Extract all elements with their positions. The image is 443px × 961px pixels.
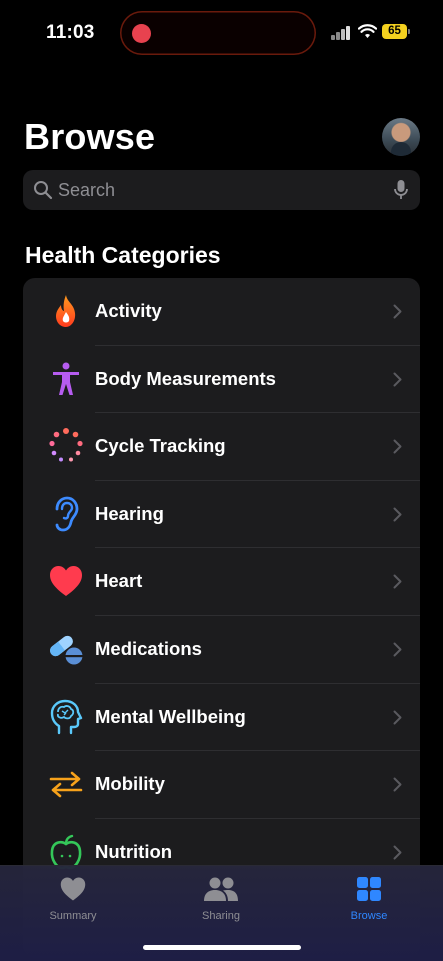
arrows-icon (49, 771, 83, 798)
category-row-hearing[interactable]: Hearing (23, 481, 420, 549)
category-label: Mental Wellbeing (95, 705, 246, 727)
tab-summary[interactable]: Summary (18, 876, 128, 922)
heart-icon (60, 877, 86, 901)
category-row-body-measurements[interactable]: Body Measurements (23, 346, 420, 414)
recording-indicator-icon (132, 24, 151, 43)
category-row-cycle-tracking[interactable]: Cycle Tracking (23, 413, 420, 481)
ear-icon (55, 496, 79, 532)
category-label: Body Measurements (95, 367, 276, 389)
tab-label: Sharing (202, 910, 240, 922)
category-row-mobility[interactable]: Mobility (23, 751, 420, 819)
tab-label: Summary (49, 910, 97, 922)
battery-icon: 65 (382, 24, 410, 39)
chevron-right-icon (393, 507, 402, 522)
status-time: 11:03 (46, 22, 95, 43)
home-indicator[interactable] (143, 945, 301, 950)
category-label: Cycle Tracking (95, 435, 226, 457)
dynamic-island[interactable] (120, 11, 316, 55)
category-label: Medications (95, 638, 202, 659)
heart-icon (50, 566, 82, 597)
category-label: Mobility (95, 773, 165, 795)
tab-label: Browse (350, 910, 388, 922)
microphone-icon[interactable] (394, 179, 408, 201)
category-label: Heart (95, 570, 143, 592)
tab-sharing[interactable]: Sharing (166, 876, 276, 922)
tab-browse[interactable]: Browse (314, 876, 424, 922)
chevron-right-icon (393, 642, 402, 657)
grid-icon (357, 877, 381, 901)
avatar[interactable] (382, 118, 420, 156)
chevron-right-icon (393, 845, 402, 860)
category-row-medications[interactable]: Medications (23, 616, 420, 684)
search-bar[interactable]: Search (23, 170, 420, 210)
category-row-heart[interactable]: Heart (23, 548, 420, 616)
cycle-dots-icon (49, 428, 83, 462)
chevron-right-icon (393, 304, 402, 319)
category-label: Nutrition (95, 840, 173, 862)
chevron-right-icon (393, 777, 402, 792)
chevron-right-icon (393, 372, 402, 387)
chevron-right-icon (393, 710, 402, 725)
search-input[interactable]: Search (58, 180, 115, 201)
pills-icon (50, 635, 83, 665)
cellular-signal-icon (331, 26, 353, 40)
status-bar: 11:03 65 (0, 0, 443, 66)
figure-icon (53, 362, 79, 395)
search-icon (34, 181, 53, 200)
category-row-mental-wellbeing[interactable]: Mental Wellbeing (23, 684, 420, 752)
brain-head-icon (50, 699, 83, 734)
category-label: Activity (95, 300, 162, 321)
wifi-icon (358, 24, 377, 38)
chevron-right-icon (393, 574, 402, 589)
section-title: Health Categories (25, 242, 221, 268)
category-label: Hearing (95, 502, 164, 524)
chevron-right-icon (393, 439, 402, 454)
category-list: Activity Body Measurements Cycle Trackin… (23, 278, 420, 958)
category-row-activity[interactable]: Activity (23, 278, 420, 346)
page-title: Browse (24, 116, 156, 157)
people-icon (204, 877, 238, 901)
flame-icon (56, 295, 76, 327)
